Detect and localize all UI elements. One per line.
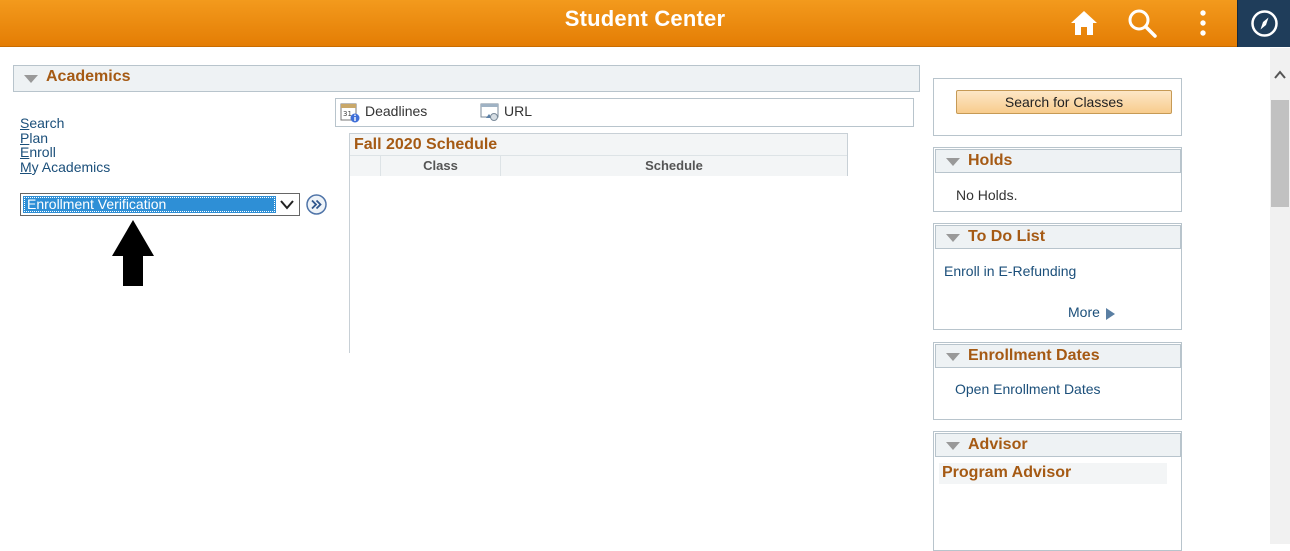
advisor-title: Advisor: [968, 436, 1028, 453]
todo-header[interactable]: To Do List: [935, 225, 1181, 249]
my-academics-link[interactable]: My Academics: [20, 159, 110, 175]
deadlines-label: Deadlines: [365, 103, 428, 119]
enrollment-dates-box: Enrollment Dates Open Enrollment Dates: [933, 342, 1182, 420]
todo-item-link[interactable]: Enroll in E-Refunding: [944, 263, 1076, 279]
scroll-thumb[interactable]: [1271, 100, 1289, 207]
collapse-triangle-icon[interactable]: [24, 75, 38, 83]
todo-title: To Do List: [968, 228, 1046, 245]
academics-links: Search Plan Enroll My Academics: [20, 116, 110, 174]
svg-text:31: 31: [343, 110, 352, 118]
more-vert-icon[interactable]: [1188, 8, 1218, 38]
chevron-down-icon[interactable]: [277, 195, 297, 214]
academics-section-header[interactable]: Academics: [13, 65, 920, 92]
holds-box: Holds No Holds.: [933, 147, 1182, 212]
open-enrollment-dates-link[interactable]: Open Enrollment Dates: [955, 381, 1101, 397]
holds-text: No Holds.: [956, 187, 1018, 203]
academics-action-dropdown[interactable]: Enrollment Verification: [20, 193, 300, 216]
collapse-triangle-icon[interactable]: [946, 442, 960, 450]
schedule-column-header: Schedule: [645, 158, 703, 173]
calendar-info-icon: 31: [340, 103, 360, 123]
search-for-classes-button[interactable]: Search for Classes: [956, 90, 1172, 114]
holds-header[interactable]: Holds: [935, 149, 1181, 173]
advisor-header[interactable]: Advisor: [935, 433, 1181, 457]
header-bar: Student Center: [0, 0, 1290, 47]
plan-link[interactable]: Plan: [20, 130, 110, 146]
search-classes-box: Search for Classes: [933, 78, 1182, 136]
divider: [349, 176, 350, 353]
scroll-up-icon[interactable]: [1274, 70, 1286, 80]
arrow-up-icon: [112, 220, 154, 286]
dropdown-selected-value: Enrollment Verification: [23, 196, 276, 213]
go-button[interactable]: [306, 194, 327, 215]
enroll-link[interactable]: Enroll: [20, 145, 110, 160]
more-link[interactable]: More: [1068, 304, 1100, 320]
collapse-triangle-icon[interactable]: [946, 353, 960, 361]
program-advisor-heading: Program Advisor: [939, 463, 1167, 484]
schedule-table: Fall 2020 Schedule Class Schedule: [349, 133, 848, 176]
academics-tab-strip: 31 Deadlines URL: [335, 98, 914, 127]
schedule-title: Fall 2020 Schedule: [350, 134, 847, 155]
search-link[interactable]: Search: [20, 116, 110, 131]
academics-title: Academics: [46, 68, 131, 85]
collapse-triangle-icon[interactable]: [946, 158, 960, 166]
home-icon[interactable]: [1069, 8, 1099, 38]
advisor-box: Advisor Program Advisor: [933, 431, 1182, 551]
url-label: URL: [504, 103, 533, 119]
navigator-button[interactable]: [1237, 0, 1290, 47]
search-icon[interactable]: [1127, 8, 1157, 38]
more-arrow-icon[interactable]: [1106, 308, 1115, 320]
enrollment-dates-title: Enrollment Dates: [968, 347, 1100, 364]
holds-title: Holds: [968, 152, 1013, 169]
scrollbar[interactable]: [1270, 48, 1290, 544]
url-link-icon: [480, 103, 499, 121]
class-column-header: Class: [381, 156, 501, 176]
todo-box: To Do List Enroll in E-Refunding More: [933, 223, 1182, 330]
enrollment-dates-header[interactable]: Enrollment Dates: [935, 344, 1181, 368]
collapse-triangle-icon[interactable]: [946, 234, 960, 242]
schedule-header-row: Class Schedule: [350, 155, 847, 176]
navigator-compass-icon: [1251, 10, 1278, 37]
schedule-blank-col: [350, 156, 381, 176]
